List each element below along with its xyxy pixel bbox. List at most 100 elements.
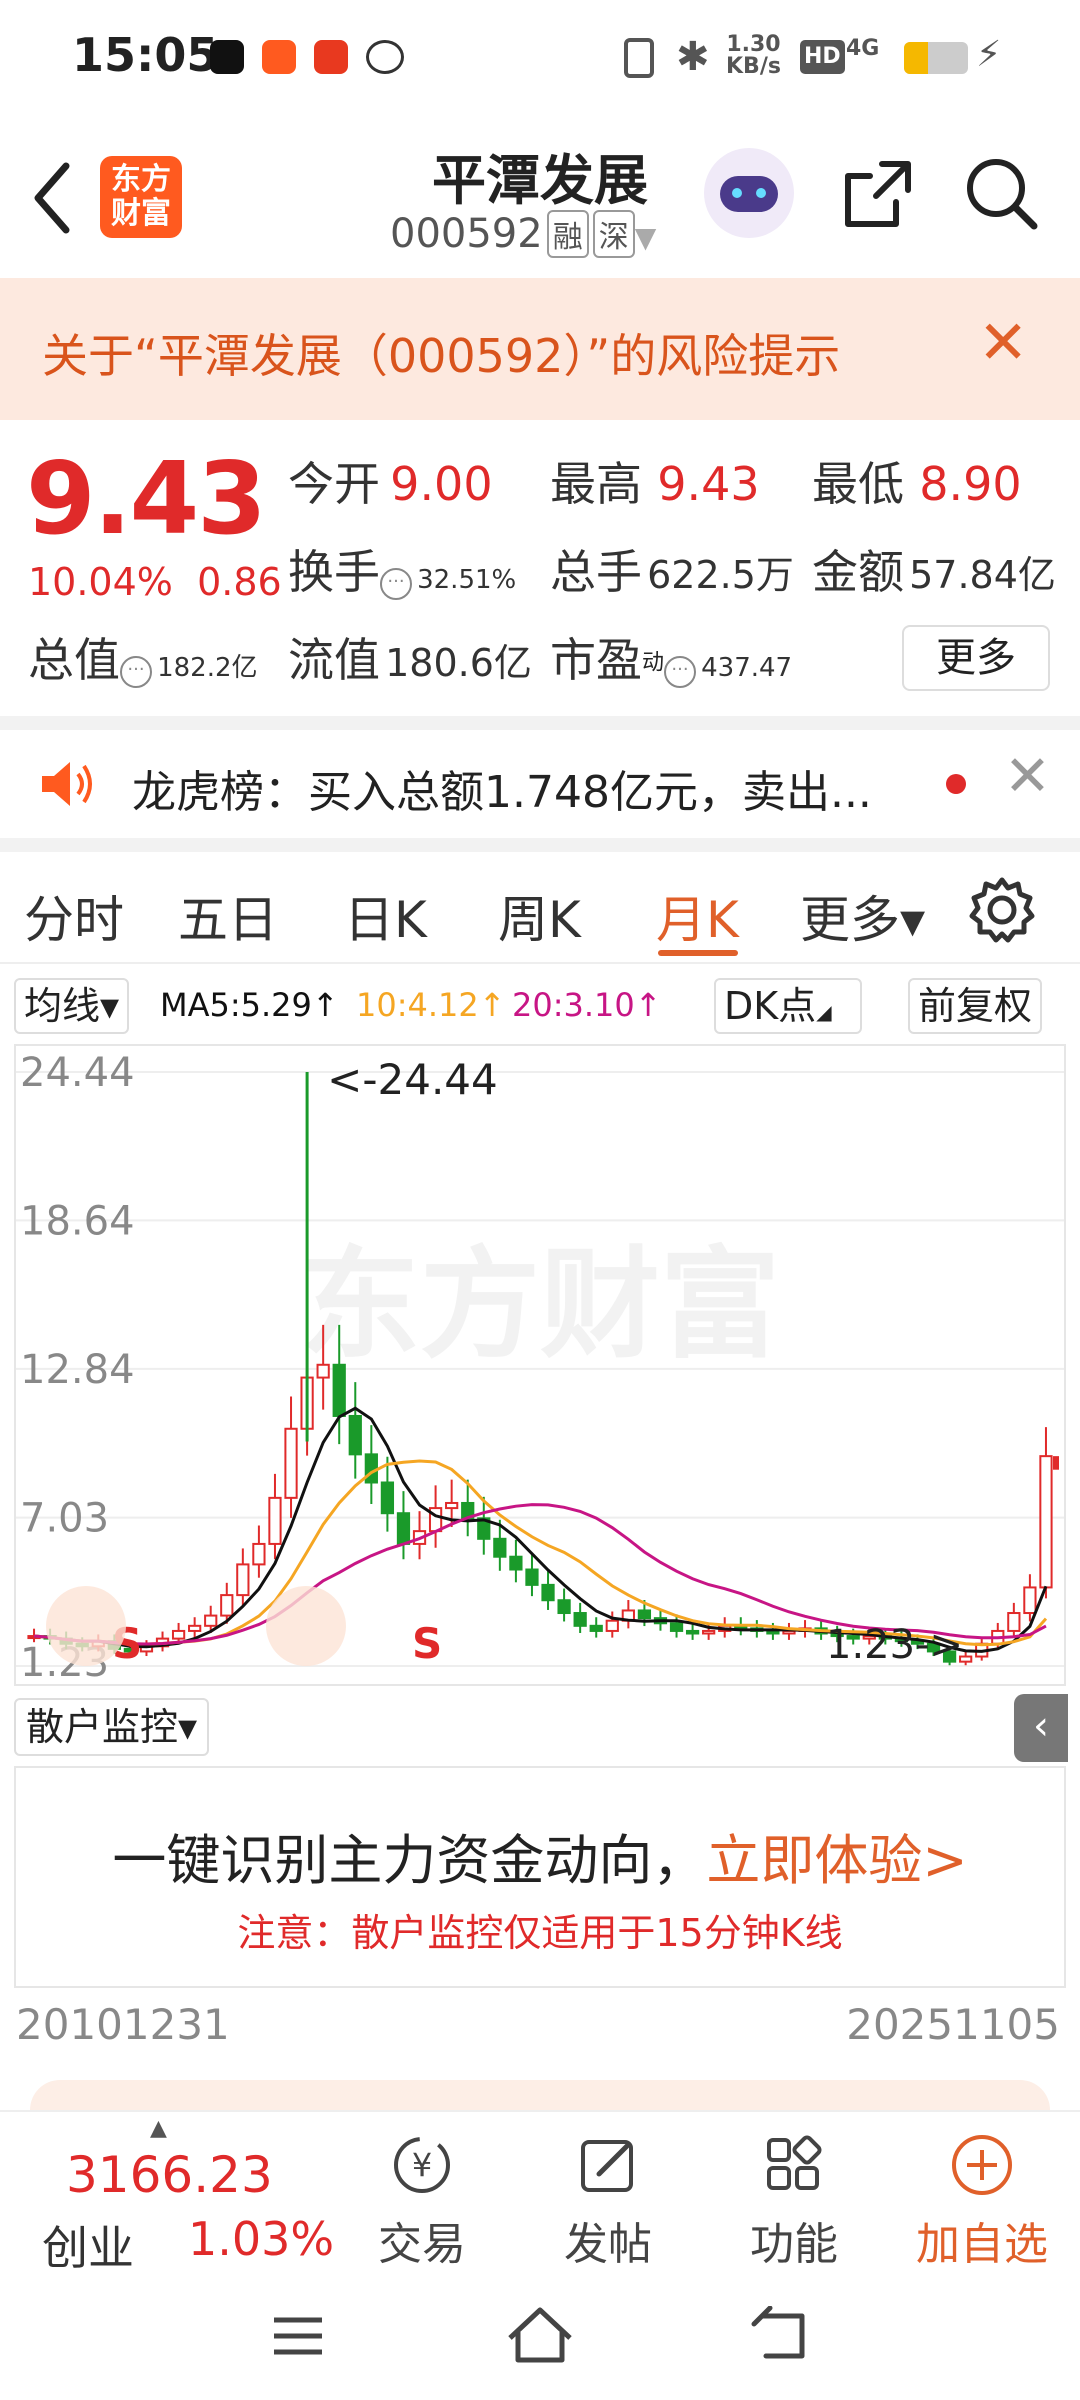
candle-body	[573, 1612, 587, 1627]
bottom-toolbar: ▲ 3166.23 创业 1.03% ¥ 交易 发帖 功能 加自选	[0, 2110, 1080, 2275]
dk-point-select[interactable]: DK点◢	[714, 978, 862, 1034]
tab-five-day[interactable]: 五日	[178, 880, 278, 952]
ellipsis-icon: ···	[380, 567, 412, 600]
more-button[interactable]: 更多	[902, 625, 1050, 691]
tab-daily-k[interactable]: 日K	[344, 880, 427, 952]
stock-header: 东方 财富 平潭发展 000592 融深 ▼	[0, 118, 1080, 278]
ma5-value: MA5:5.29↑	[160, 986, 339, 1024]
candle-body	[252, 1542, 266, 1566]
monitor-headline: 一键识别主力资金动向，立即体验>	[112, 1829, 968, 1892]
candle-body	[702, 1629, 716, 1635]
monitor-promo[interactable]: 一键识别主力资金动向，立即体验> 注意：散户监控仅适用于15分钟K线	[14, 1766, 1066, 1988]
hd-icon: HD	[800, 40, 845, 74]
close-icon[interactable]: ✕	[978, 308, 1028, 378]
candle-body	[364, 1453, 378, 1484]
divider	[0, 716, 1080, 730]
ma-select[interactable]: 均线▾	[14, 978, 130, 1034]
float-field: 流值 180.6亿	[288, 633, 532, 687]
tab-intraday[interactable]: 分时	[24, 880, 124, 952]
trade-button[interactable]: ¥ 交易	[342, 2132, 502, 2272]
min-label: 1.23->	[826, 1622, 963, 1668]
kline-svg[interactable]: 24.4418.6412.847.031.23东方财富<-24.441.23->…	[16, 1046, 1064, 1684]
tab-more[interactable]: 更多▾	[800, 880, 925, 952]
status-bar: 15:05 ✱ 1.30 KB/s HD 4G ⚡	[0, 0, 1080, 118]
share-icon[interactable]	[838, 154, 918, 234]
high-field: 最高 9.43	[550, 457, 760, 511]
candle-body	[1039, 1455, 1053, 1589]
risk-warning-text[interactable]: 关于“平潭发展（000592）”的风险提示	[42, 320, 840, 386]
candle-body	[380, 1481, 395, 1515]
news-text[interactable]: 龙虎榜：买入总额1.748亿元，卖出...	[132, 756, 872, 820]
vibrate-icon	[624, 38, 654, 78]
candle-body	[204, 1614, 218, 1627]
risk-warning-banner[interactable]: 关于“平潭发展（000592）”的风险提示 ✕	[0, 278, 1080, 420]
candle-body	[396, 1512, 411, 1545]
chevron-button[interactable]	[46, 1586, 126, 1666]
candle-body	[348, 1414, 362, 1456]
edit-icon	[581, 2140, 633, 2192]
candle-body	[557, 1599, 571, 1615]
start-date: 20101231	[16, 2000, 230, 2049]
candle-body	[332, 1363, 346, 1417]
stock-code-row: 000592 融深 ▼	[390, 210, 656, 258]
caret-up-icon: ▲	[150, 2116, 167, 2141]
dropdown-icon[interactable]: ▼	[635, 221, 657, 254]
speaker-icon	[42, 762, 92, 806]
tab-monthly-k[interactable]: 月K	[656, 880, 739, 952]
function-button[interactable]: 功能	[714, 2132, 874, 2272]
monitor-select[interactable]: 散户监控▾	[14, 1698, 210, 1756]
status-time: 15:05	[72, 28, 219, 82]
open-field: 今开 9.00	[288, 457, 493, 511]
kline-chart[interactable]: 24.44 18.64 12.84 7.03 1.23 东方财富 <-24.44 1.23->…	[14, 1044, 1066, 1686]
search-icon[interactable]	[962, 154, 1042, 234]
pe-field: 市盈动 ··· 437.47	[550, 633, 793, 688]
candle-body	[589, 1624, 603, 1632]
assistant-robot-icon[interactable]	[704, 148, 794, 238]
bluetooth-icon: ✱	[676, 34, 710, 80]
charging-icon: ⚡	[976, 34, 1002, 75]
close-icon[interactable]: ✕	[1004, 744, 1051, 809]
add-watchlist-button[interactable]: 加自选	[902, 2132, 1062, 2272]
expand-button[interactable]	[266, 1586, 346, 1666]
settings-icon[interactable]	[966, 874, 1038, 946]
volume-field: 总手 622.5万	[550, 545, 794, 599]
index-value: 3166.23	[66, 2146, 273, 2204]
change-pct: 10.04%	[28, 560, 173, 604]
ellipsis-icon: ···	[664, 655, 697, 688]
ma20-value: 20:3.10↑	[512, 986, 662, 1024]
news-ticker[interactable]: 龙虎榜：买入总额1.748亿元，卖出... ✕	[0, 730, 1080, 838]
tiktok-icon	[210, 40, 244, 74]
candle-body	[637, 1609, 652, 1620]
candle-body	[509, 1555, 523, 1571]
candle-body	[1007, 1612, 1021, 1632]
ma10-line	[33, 1459, 1048, 1647]
candle-body	[1023, 1586, 1037, 1615]
watermark: 东方财富	[300, 1236, 780, 1375]
divider	[0, 838, 1080, 852]
candle-body	[284, 1427, 298, 1499]
grid-icon	[767, 2135, 822, 2190]
collapse-button[interactable]: ‹	[1014, 1694, 1068, 1762]
period-tabs: 分时 五日 日K 周K 月K 更多▾	[0, 852, 1080, 964]
turnover-field: 换手 ··· 32.51%	[288, 545, 517, 600]
post-button[interactable]: 发帖	[528, 2132, 688, 2272]
adjust-select[interactable]: 前复权	[908, 978, 1043, 1034]
app-notification-icon	[262, 40, 296, 74]
index-widget[interactable]: ▲ 3166.23 创业 1.03%	[0, 2112, 334, 2275]
candle-body	[685, 1629, 700, 1635]
candle-body	[605, 1619, 619, 1632]
back-nav-icon[interactable]	[748, 2306, 812, 2366]
tab-weekly-k[interactable]: 周K	[498, 880, 581, 952]
stock-name: 平潭发展	[432, 149, 648, 212]
menu-icon[interactable]	[268, 2306, 328, 2366]
plus-circle-icon	[952, 2135, 1012, 2195]
mktcap-field: 总值 ··· 182.2亿	[28, 633, 258, 688]
try-now-link[interactable]: 立即体验>	[706, 1829, 967, 1892]
candle-body	[541, 1583, 555, 1602]
svg-text:¥: ¥	[412, 2146, 432, 2184]
candle-body	[669, 1622, 684, 1632]
index-name: 创业	[42, 2221, 134, 2275]
signal-marker[interactable]: S	[412, 1619, 442, 1668]
home-icon[interactable]	[504, 2302, 576, 2368]
monitor-note: 注意：散户监控仅适用于15分钟K线	[237, 1911, 843, 1955]
